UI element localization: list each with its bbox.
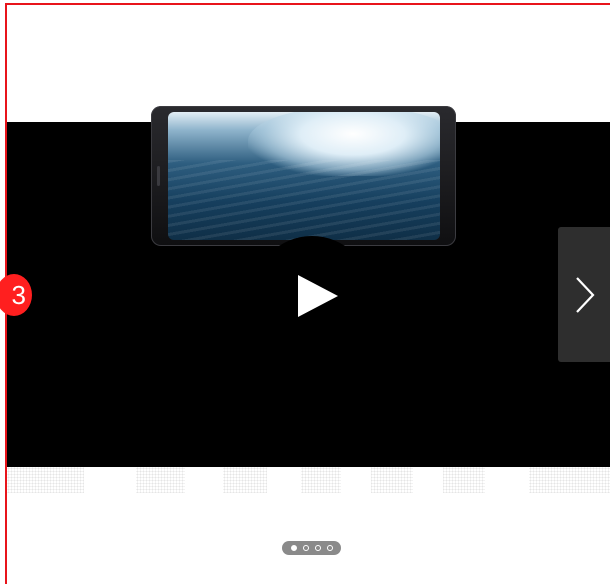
page-frame: 3 xyxy=(0,0,610,584)
wave-water xyxy=(168,160,440,240)
decorative-dot-pattern-gaps xyxy=(7,467,610,493)
phone-image xyxy=(151,106,456,246)
chevron-right-icon xyxy=(576,277,595,313)
pagination-dot-1[interactable] xyxy=(291,545,297,551)
pagination-dot-3[interactable] xyxy=(315,545,321,551)
selection-outline-top xyxy=(5,3,610,5)
carousel-pagination xyxy=(282,541,341,555)
phone-camera xyxy=(157,166,160,186)
phone-screen-video-thumbnail xyxy=(168,112,440,240)
carousel-next-button[interactable] xyxy=(558,227,610,362)
pagination-dot-2[interactable] xyxy=(303,545,309,551)
pagination-dot-4[interactable] xyxy=(327,545,333,551)
play-icon[interactable] xyxy=(298,275,338,317)
